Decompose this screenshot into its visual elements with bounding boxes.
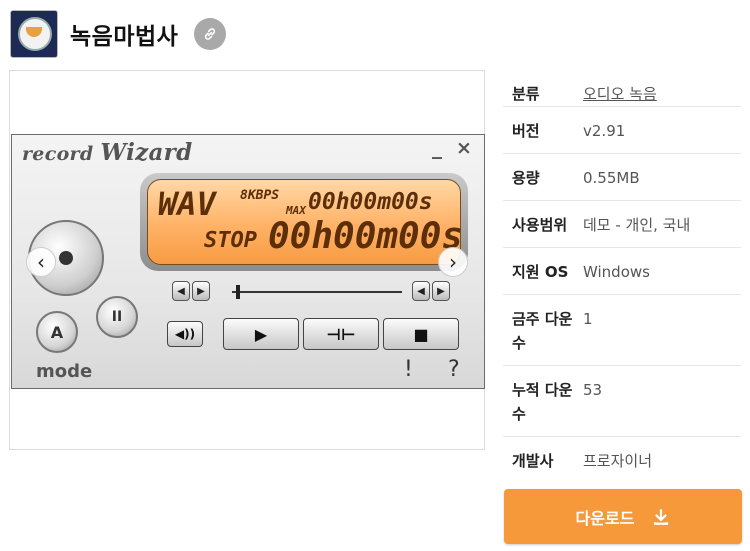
info-row: 용량 0.55MB	[503, 154, 741, 202]
download-button[interactable]: 다운로드	[504, 489, 742, 544]
seek-forward-button: ▶	[432, 281, 450, 301]
window-title-part: Wizard	[100, 139, 193, 166]
info-label: 분류	[512, 85, 540, 103]
info-row: 지원 OS Windows	[503, 248, 741, 296]
info-value: 53	[583, 381, 603, 400]
seek-back-button: ◀	[412, 281, 430, 301]
info-value: 0.55MB	[583, 169, 640, 188]
info-row: 개발사 프로자이너	[503, 437, 741, 483]
info-label: 금주 다운수	[512, 310, 573, 352]
info-value: 데모 - 개인, 국내	[583, 216, 691, 235]
exclamation-button: !	[404, 357, 413, 382]
info-value: Windows	[583, 263, 650, 282]
link-button[interactable]	[194, 18, 227, 50]
lcd-bezel: WAV 8KBPS MAX 00h00m00s STOP 00h00m00s	[140, 173, 468, 271]
info-value: 프로자이너	[583, 452, 653, 471]
lcd-status: STOP	[204, 228, 257, 253]
info-label: 용량	[512, 169, 540, 188]
lcd-time: 00h00m00s	[268, 216, 464, 257]
pause-button: II	[96, 296, 138, 338]
play-button: ▶	[223, 318, 299, 350]
header: 녹음마법사	[10, 10, 227, 58]
window-title: record Wizard	[22, 139, 193, 166]
info-label: 버전	[512, 122, 540, 141]
info-row: 금주 다운수 1	[503, 295, 741, 367]
seek-forward-button: ▶	[192, 281, 210, 301]
app-logo-icon	[10, 10, 58, 58]
info-label: 지원 OS	[512, 263, 569, 282]
carousel-prev-button[interactable]: ‹	[26, 247, 56, 277]
screenshot-carousel: record Wizard _ × WAV 8KBPS MAX 00h00m00…	[9, 70, 485, 450]
info-row: 누적 다운수 53	[503, 366, 741, 438]
category-link[interactable]: 오디오 녹음	[583, 85, 657, 103]
info-row: 버전 v2.91	[503, 107, 741, 155]
split-button: ⊣⊢	[303, 318, 379, 350]
lcd-bitrate: 8KBPS	[240, 188, 280, 203]
window-title-part: record	[22, 143, 94, 165]
info-row: 분류 오디오 녹음	[503, 70, 741, 108]
lcd-display: WAV 8KBPS MAX 00h00m00s STOP 00h00m00s	[147, 179, 464, 265]
info-label: 누적 다운수	[512, 381, 573, 423]
link-icon	[205, 28, 216, 40]
mode-label: mode	[36, 361, 93, 382]
close-button: ×	[456, 137, 472, 159]
save-button: ■	[383, 318, 459, 350]
info-value: 1	[583, 310, 593, 329]
seek-back-button: ◀	[172, 281, 190, 301]
info-value: 오디오 녹음	[583, 70, 741, 106]
info-label: 개발사	[512, 452, 554, 471]
help-button: ?	[448, 357, 460, 382]
minimize-button: _	[432, 135, 442, 159]
download-icon	[654, 508, 669, 525]
download-label: 다운로드	[575, 508, 635, 528]
info-label: 사용범위	[512, 216, 568, 235]
lcd-max-time: 00h00m00s	[308, 189, 433, 215]
seek-slider	[232, 291, 402, 293]
page-title: 녹음마법사	[70, 24, 179, 50]
lcd-format: WAV	[158, 185, 216, 223]
record-wizard-window: record Wizard _ × WAV 8KBPS MAX 00h00m00…	[11, 134, 485, 389]
seek-row: ◀ ▶ ◀ ▶	[172, 281, 452, 303]
info-row: 사용범위 데모 - 개인, 국내	[503, 201, 741, 249]
a-button: A	[36, 311, 78, 353]
info-table: 분류 오디오 녹음 버전 v2.91 용량 0.55MB 사용범위 데모 - 개…	[503, 70, 741, 483]
carousel-next-button[interactable]: ›	[438, 247, 468, 277]
info-value: v2.91	[583, 122, 626, 141]
volume-button: ◀))	[167, 321, 203, 347]
seek-slider-knob	[236, 285, 240, 299]
